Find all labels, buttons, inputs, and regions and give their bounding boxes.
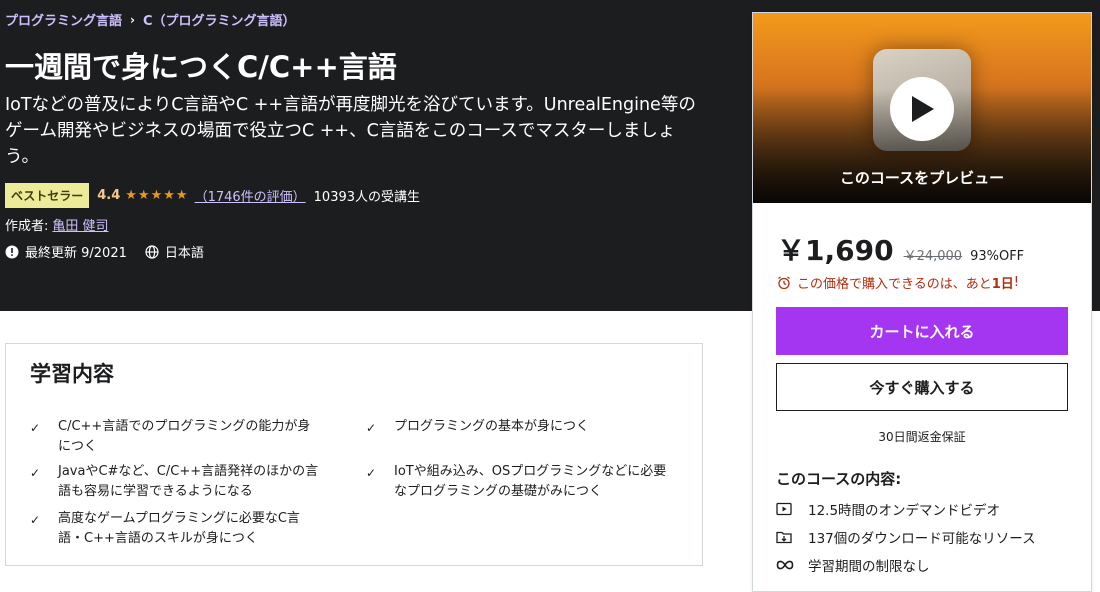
student-count: 10393人の受講生 [313, 190, 421, 205]
author-label: 作成者: [5, 219, 49, 234]
learn-item-text: IoTや組み込み、OSプログラミングなどに必要なプログラミングの基礎がみにつく [394, 464, 667, 499]
learn-item-text: 高度なゲームプログラミングに必要なC言語・C++言語のスキルが身につく [58, 511, 300, 546]
purchase-sidebar: このコースをプレビュー ￥1,690 ￥24,000 93%OFF この価格で購… [752, 12, 1092, 592]
learn-title: 学習内容 [30, 362, 114, 386]
timer-days: 1日 [991, 277, 1014, 292]
last-updated: 最終更新 9/2021 [25, 246, 127, 261]
breadcrumb: プログラミング言語 › C（プログラミング言語） [5, 10, 296, 30]
price-timer: この価格で購入できるのは、あと 1日! [777, 273, 1019, 292]
course-subtitle: IoTなどの普及によりC言語やC ++言語が再度脚光を浴びています。Unreal… [5, 95, 696, 167]
what-you-will-learn: 学習内容 ✓ C/C++言語でのプログラミングの能力が身につく ✓ プログラミン… [5, 343, 703, 566]
course-meta: 最終更新 9/2021 日本語 [5, 242, 204, 261]
buy-now-button[interactable]: 今すぐ購入する [776, 363, 1068, 411]
discount-percent: 93%OFF [970, 249, 1025, 264]
course-preview[interactable]: このコースをプレビュー [753, 13, 1091, 203]
learn-item: ✓ IoTや組み込み、OSプログラミングなどに必要なプログラミングの基礎がみにつ… [366, 462, 676, 502]
check-icon: ✓ [30, 513, 41, 527]
alert-icon [5, 245, 19, 259]
video-icon [776, 502, 808, 516]
includes-title: このコースの内容: [776, 470, 902, 488]
timer-suffix: ! [1013, 275, 1020, 290]
globe-icon [145, 244, 159, 259]
learn-item: ✓ C/C++言語でのプログラミングの能力が身につく [30, 417, 320, 457]
play-icon[interactable] [890, 77, 954, 141]
reviews-link[interactable]: （1746件の評価） [195, 186, 306, 205]
breadcrumb-item-programming-language[interactable]: プログラミング言語 [5, 10, 122, 29]
money-back-guarantee: 30日間返金保証 [878, 430, 966, 444]
star-rating-icon: ★★★★★ [125, 188, 189, 203]
check-icon: ✓ [30, 421, 41, 435]
includes-resources-text: 137個のダウンロード可能なリソース [808, 531, 1036, 547]
includes-item-video: 12.5時間のオンデマンドビデオ [776, 499, 1000, 519]
includes-video-text: 12.5時間のオンデマンドビデオ [808, 503, 1001, 519]
course-title: 一週間で身につくC/C++言語 [5, 50, 397, 84]
breadcrumb-separator: › [130, 12, 135, 27]
current-price: ￥1,690 [777, 234, 894, 267]
add-to-cart-button[interactable]: カートに入れる [776, 307, 1068, 355]
check-icon: ✓ [30, 466, 41, 480]
learn-item: ✓ プログラミングの基本が身につく [366, 417, 676, 438]
check-icon: ✓ [366, 421, 377, 435]
author-link[interactable]: 亀田 健司 [52, 219, 108, 234]
price-row: ￥1,690 ￥24,000 93%OFF [777, 229, 1024, 269]
check-icon: ✓ [366, 466, 377, 480]
original-price: ￥24,000 [903, 249, 963, 264]
learn-item: ✓ 高度なゲームプログラミングに必要なC言語・C++言語のスキルが身につく [30, 509, 320, 549]
learn-item-text: C/C++言語でのプログラミングの能力が身につく [58, 419, 311, 454]
infinity-icon [776, 559, 808, 571]
file-download-icon [776, 530, 808, 544]
rating-row: ベストセラー 4.4 ★★★★★ （1746件の評価） 10393人の受講生 [5, 183, 420, 208]
course-language: 日本語 [164, 246, 204, 261]
learn-item: ✓ JavaやC#など、C/C++言語発祥のほかの言語も容易に学習できるようにな… [30, 462, 320, 502]
includes-item-lifetime: 学習期間の制限なし [776, 555, 930, 575]
learn-item-text: プログラミングの基本が身につく [394, 419, 590, 434]
bestseller-badge: ベストセラー [5, 183, 90, 208]
author-line: 作成者: 亀田 健司 [5, 215, 109, 234]
includes-item-resources: 137個のダウンロード可能なリソース [776, 527, 1036, 547]
alarm-clock-icon [777, 275, 791, 290]
includes-lifetime-text: 学習期間の制限なし [808, 559, 930, 575]
learn-item-text: JavaやC#など、C/C++言語発祥のほかの言語も容易に学習できるようになる [58, 464, 319, 499]
breadcrumb-item-c-language[interactable]: C（プログラミング言語） [143, 10, 296, 29]
preview-label: このコースをプレビュー [839, 169, 1005, 187]
timer-text: この価格で購入できるのは、あと [797, 277, 992, 292]
rating-value: 4.4 [97, 188, 121, 203]
